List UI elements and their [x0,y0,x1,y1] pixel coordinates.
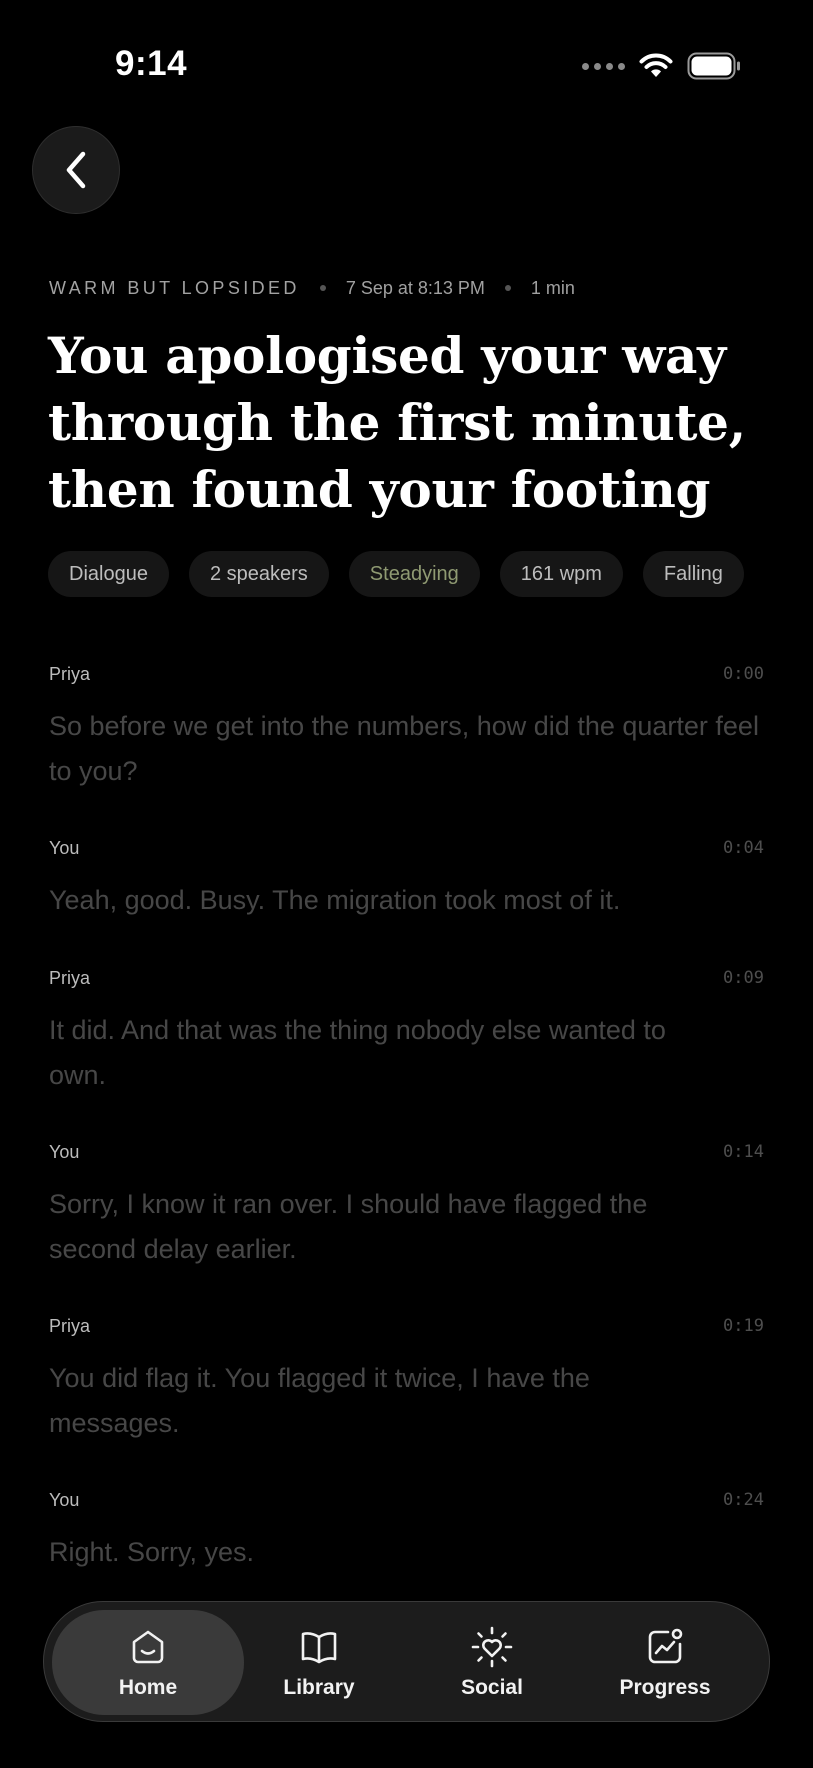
mood-label: WARM BUT LOPSIDED [49,277,300,298]
speaker-name: You [49,1489,80,1510]
session-tags: Dialogue 2 speakers Steadying 161 wpm Fa… [48,551,744,597]
meta-separator [319,285,326,291]
utterance-text: It did. And that was the thing nobody el… [49,1015,666,1090]
utterance-text: Right. Sorry, yes. [49,1537,255,1567]
progress-chart-icon [648,1628,683,1663]
speaker-name: Priya [49,967,91,988]
tab-library[interactable]: Library [234,1610,404,1715]
tab-home[interactable]: Home [52,1610,244,1715]
speaker-name: You [49,837,80,858]
heart-sun-icon [471,1626,513,1667]
tab-label: Home [118,1675,178,1699]
chip-pace: 161 wpm [499,551,623,597]
signal-icon [582,62,625,70]
turn-timestamp: 0:24 [723,1490,764,1510]
transcript-turn: Priya 0:19 You did flag it. You flagged … [49,1314,764,1446]
tab-label: Progress [619,1675,711,1699]
meta-separator [504,285,511,291]
utterance-text: You did flag it. You flagged it twice, I… [49,1363,590,1438]
utterance-text: Sorry, I know it ran over. I should have… [49,1189,648,1264]
book-icon [301,1631,337,1663]
chip-type: Dialogue [48,551,169,597]
wifi-icon [639,53,673,77]
chip-speakers: 2 speakers [188,551,329,597]
status-time: 9:14 [115,44,188,83]
turn-timestamp: 0:19 [723,1316,764,1336]
session-date: 7 Sep at 8:13 PM [345,277,485,298]
transcript-turn: You 0:14 Sorry, I know it ran over. I sh… [49,1140,764,1272]
tab-label: Social [461,1675,523,1699]
tab-progress[interactable]: Progress [580,1610,750,1715]
utterance-text: So before we get into the numbers, how d… [49,711,759,786]
page-title: You apologised your way through the firs… [48,326,746,519]
turn-timestamp: 0:04 [723,838,764,858]
home-smile-icon [132,1630,164,1663]
transcript-turn: Priya 0:00 So before we get into the num… [49,662,764,794]
chevron-left-icon [66,151,86,189]
turn-timestamp: 0:14 [723,1142,764,1162]
speaker-name: Priya [49,1315,91,1336]
turn-timestamp: 0:00 [723,664,764,684]
status-icons [582,50,741,82]
back-button[interactable] [32,126,120,214]
tab-social[interactable]: Social [407,1610,577,1715]
speaker-name: Priya [49,663,91,684]
battery-icon [687,52,740,80]
chip-trend: Steadying [348,551,480,597]
session-meta: WARM BUT LOPSIDED 7 Sep at 8:13 PM 1 min [49,276,575,300]
utterance-text: Yeah, good. Busy. The migration took mos… [49,885,621,915]
tab-bar: Home Library Social Progress [43,1601,770,1722]
transcript-turn: You 0:04 Yeah, good. Busy. The migration… [49,836,764,923]
chip-pitch: Falling [642,551,744,597]
transcript-turn: You 0:24 Right. Sorry, yes. [49,1488,764,1575]
speaker-name: You [49,1141,80,1162]
session-duration: 1 min [530,277,575,298]
tab-label: Library [283,1675,355,1699]
transcript-turn: Priya 0:09 It did. And that was the thin… [49,966,764,1098]
turn-timestamp: 0:09 [723,968,764,988]
